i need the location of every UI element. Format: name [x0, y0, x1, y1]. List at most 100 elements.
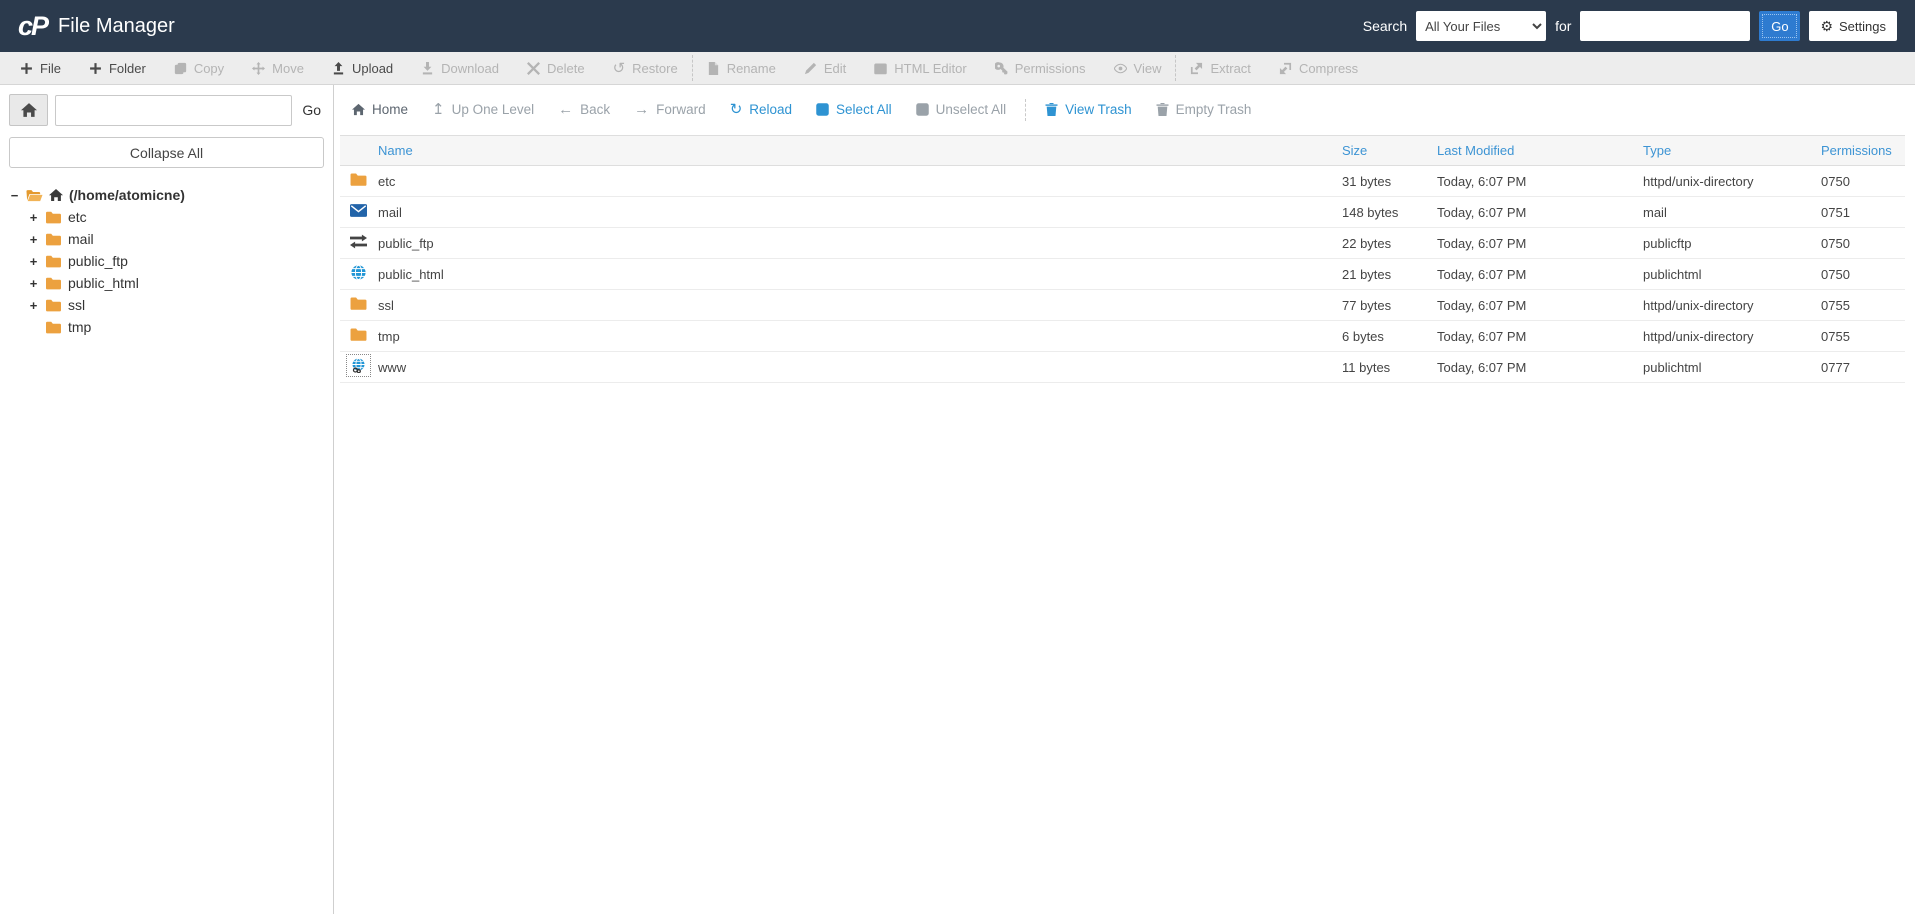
nav-home-button[interactable]: Home — [340, 102, 420, 117]
folder-icon — [350, 296, 367, 311]
upload-icon — [332, 61, 345, 75]
eye-icon — [1113, 62, 1127, 75]
file-modified: Today, 6:07 PM — [1429, 165, 1635, 197]
tree-go-button[interactable]: Go — [299, 102, 324, 118]
file-permissions: 0755 — [1813, 320, 1905, 352]
tree-item-public-ftp[interactable]: + public_ftp — [9, 250, 324, 272]
trash-icon — [1045, 103, 1058, 116]
home-icon — [20, 103, 37, 117]
directory-tree-sidebar: Go Collapse All − (/home/atomicne) + etc + ma… — [0, 85, 334, 914]
toolbar-view-button[interactable]: View — [1100, 55, 1176, 81]
file-row-tmp[interactable]: tmp 6 bytes Today, 6:07 PM httpd/unix-direc… — [340, 320, 1905, 352]
toolbar-file-button[interactable]: File — [6, 52, 75, 84]
nav-up-one-level-button[interactable]: ↥ Up One Level — [420, 102, 546, 117]
file-name[interactable]: ssl — [376, 289, 1334, 321]
expand-icon[interactable]: + — [28, 210, 39, 225]
pencil-icon — [804, 62, 817, 75]
file-name[interactable]: public_ftp — [376, 227, 1334, 259]
search-scope-select[interactable]: All Your Files — [1416, 11, 1547, 41]
collapse-all-button[interactable]: Collapse All — [9, 137, 324, 168]
download-icon — [421, 61, 434, 75]
file-row-public-html[interactable]: public_html 21 bytes Today, 6:07 PM publich… — [340, 258, 1905, 290]
nav-select-all-button[interactable]: Select All — [804, 102, 904, 117]
toolbar-copy-button[interactable]: Copy — [160, 52, 238, 84]
folder-icon — [350, 327, 367, 342]
file-size: 11 bytes — [1334, 351, 1429, 383]
checkbox-checked-icon — [816, 103, 829, 116]
column-header-permissions[interactable]: Permissions — [1813, 135, 1905, 166]
file-size: 22 bytes — [1334, 227, 1429, 259]
tree-item-etc[interactable]: + etc — [9, 206, 324, 228]
search-label: Search — [1362, 18, 1408, 34]
file-row-ssl[interactable]: ssl 77 bytes Today, 6:07 PM httpd/unix-dire… — [340, 289, 1905, 321]
toolbar-compress-button[interactable]: Compress — [1265, 55, 1372, 81]
file-name[interactable]: tmp — [376, 320, 1334, 352]
toolbar-html-editor-button[interactable]: HTML Editor — [860, 55, 980, 81]
brand: cP File Manager — [18, 11, 175, 42]
toolbar-edit-button[interactable]: Edit — [790, 55, 860, 81]
file-modified: Today, 6:07 PM — [1429, 258, 1635, 290]
tree-item-mail[interactable]: + mail — [9, 228, 324, 250]
tree-item-tmp[interactable]: tmp — [9, 316, 324, 338]
nav-view-trash-button[interactable]: View Trash — [1033, 102, 1144, 117]
tree-search-input[interactable] — [55, 94, 293, 126]
file-size: 31 bytes — [1334, 165, 1429, 197]
file-row-public-ftp[interactable]: public_ftp 22 bytes Today, 6:07 PM publicft… — [340, 227, 1905, 259]
file-row-etc[interactable]: etc 31 bytes Today, 6:07 PM httpd/unix-dire… — [340, 165, 1905, 197]
tree-home-button[interactable] — [9, 94, 48, 126]
file-permissions: 0755 — [1813, 289, 1905, 321]
search-go-button[interactable]: Go — [1759, 11, 1801, 41]
expand-icon[interactable]: + — [28, 232, 39, 247]
toolbar-delete-button[interactable]: Delete — [513, 52, 599, 84]
toolbar-group: Extract Compress — [1175, 55, 1372, 81]
toolbar-upload-button[interactable]: Upload — [318, 52, 407, 84]
tree-item--home-atomicne-[interactable]: − (/home/atomicne) — [9, 184, 324, 206]
file-icon — [707, 61, 720, 75]
file-name[interactable]: www — [376, 351, 1334, 383]
expand-icon[interactable]: + — [28, 298, 39, 313]
toolbar-move-button[interactable]: Move — [238, 52, 318, 84]
column-header-type[interactable]: Type — [1635, 135, 1813, 166]
file-name[interactable]: public_html — [376, 258, 1334, 290]
file-row-www[interactable]: www 11 bytes Today, 6:07 PM publichtml 0777 — [340, 351, 1905, 383]
file-size: 148 bytes — [1334, 196, 1429, 228]
nav-separator — [1025, 98, 1027, 121]
reload-icon: ↻ — [729, 101, 743, 118]
folder-icon — [350, 172, 367, 187]
search-input[interactable] — [1580, 11, 1751, 41]
expand-icon[interactable]: + — [28, 276, 39, 291]
restore-icon: ↺ — [612, 59, 626, 77]
folder-icon — [45, 299, 62, 312]
nav-reload-button[interactable]: ↻ Reload — [718, 102, 804, 117]
sidebar-search-row: Go — [9, 94, 324, 126]
nav-unselect-all-button[interactable]: Unselect All — [904, 102, 1019, 117]
file-type: publicftp — [1635, 227, 1813, 259]
plus-icon — [20, 62, 33, 75]
toolbar-extract-button[interactable]: Extract — [1176, 55, 1264, 81]
file-row-mail[interactable]: mail 148 bytes Today, 6:07 PM mail 0751 — [340, 196, 1905, 228]
column-header-name[interactable]: Name — [376, 135, 1334, 166]
nav-empty-trash-button[interactable]: Empty Trash — [1144, 102, 1264, 117]
nav-forward-button[interactable]: → Forward — [622, 102, 718, 117]
column-header-last-modified[interactable]: Last Modified — [1429, 135, 1635, 166]
file-name[interactable]: etc — [376, 165, 1334, 197]
tree-item-public-html[interactable]: + public_html — [9, 272, 324, 294]
toolbar-permissions-button[interactable]: Permissions — [981, 55, 1100, 81]
expand-icon[interactable]: + — [28, 254, 39, 269]
column-header-size[interactable]: Size — [1334, 135, 1429, 166]
page-title: File Manager — [58, 14, 175, 37]
file-permissions: 0750 — [1813, 227, 1905, 259]
toolbar-restore-button[interactable]: ↺ Restore — [599, 52, 692, 84]
file-type: mail — [1635, 196, 1813, 228]
settings-button[interactable]: ⚙ Settings — [1809, 11, 1897, 41]
tree-item-ssl[interactable]: + ssl — [9, 294, 324, 316]
file-name[interactable]: mail — [376, 196, 1334, 228]
folder-icon — [45, 211, 62, 224]
collapse-icon[interactable]: − — [9, 188, 20, 203]
toolbar-group: File Folder Copy Move Upload Download Delete ↺ R… — [6, 52, 692, 84]
toolbar-download-button[interactable]: Download — [407, 52, 513, 84]
toolbar-rename-button[interactable]: Rename — [693, 55, 790, 81]
nav-back-button[interactable]: ← Back — [546, 102, 622, 117]
file-modified: Today, 6:07 PM — [1429, 289, 1635, 321]
toolbar-folder-button[interactable]: Folder — [75, 52, 160, 84]
